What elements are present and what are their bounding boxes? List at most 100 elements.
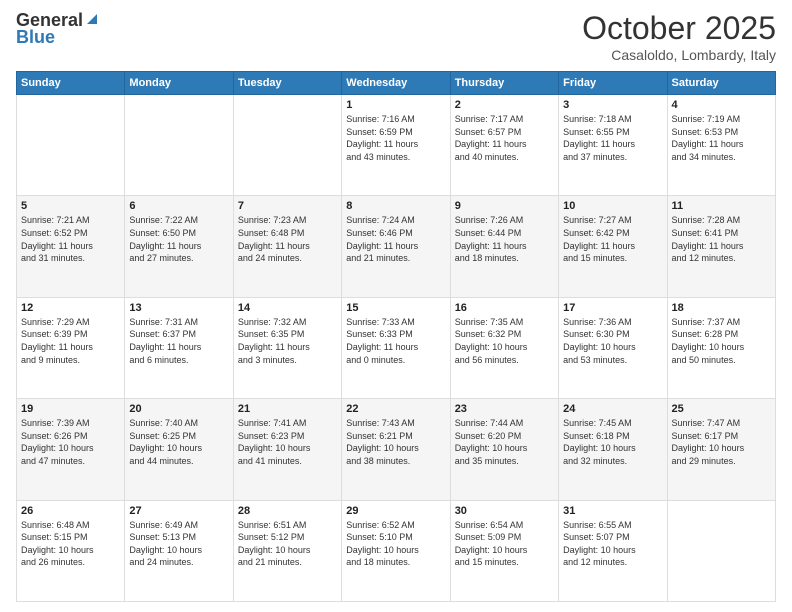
table-row: 27 Sunrise: 6:49 AM Sunset: 5:13 PM Dayli… [125,500,233,601]
page: General Blue October 2025 Casaloldo, Lom… [0,0,792,612]
day-number: 14 [238,302,337,314]
day-number: 3 [563,99,662,111]
day-info: Sunrise: 7:17 AM Sunset: 6:57 PM Dayligh… [455,113,554,163]
day-number: 23 [455,403,554,415]
col-wednesday: Wednesday [342,72,450,95]
day-info: Sunrise: 7:26 AM Sunset: 6:44 PM Dayligh… [455,214,554,264]
calendar-header-row: Sunday Monday Tuesday Wednesday Thursday… [17,72,776,95]
day-info: Sunrise: 7:40 AM Sunset: 6:25 PM Dayligh… [129,417,228,467]
table-row: 13 Sunrise: 7:31 AM Sunset: 6:37 PM Dayli… [125,297,233,398]
table-row: 31 Sunrise: 6:55 AM Sunset: 5:07 PM Dayli… [559,500,667,601]
table-row: 2 Sunrise: 7:17 AM Sunset: 6:57 PM Daylig… [450,95,558,196]
day-info: Sunrise: 7:41 AM Sunset: 6:23 PM Dayligh… [238,417,337,467]
table-row: 14 Sunrise: 7:32 AM Sunset: 6:35 PM Dayli… [233,297,341,398]
day-info: Sunrise: 7:45 AM Sunset: 6:18 PM Dayligh… [563,417,662,467]
calendar-table: Sunday Monday Tuesday Wednesday Thursday… [16,71,776,602]
day-info: Sunrise: 7:43 AM Sunset: 6:21 PM Dayligh… [346,417,445,467]
col-sunday: Sunday [17,72,125,95]
day-info: Sunrise: 6:55 AM Sunset: 5:07 PM Dayligh… [563,519,662,569]
day-number: 17 [563,302,662,314]
day-info: Sunrise: 7:29 AM Sunset: 6:39 PM Dayligh… [21,316,120,366]
location-title: Casaloldo, Lombardy, Italy [582,47,776,63]
table-row: 18Sunrise: 7:37 AM Sunset: 6:28 PM Dayli… [667,297,775,398]
month-title: October 2025 [582,10,776,47]
table-row: 11 Sunrise: 7:28 AM Sunset: 6:41 PM Dayli… [667,196,775,297]
day-number: 24 [563,403,662,415]
day-info: Sunrise: 7:21 AM Sunset: 6:52 PM Dayligh… [21,214,120,264]
day-number: 30 [455,505,554,517]
table-row: 20 Sunrise: 7:40 AM Sunset: 6:25 PM Dayli… [125,399,233,500]
day-number: 25 [672,403,771,415]
day-number: 9 [455,200,554,212]
day-number: 13 [129,302,228,314]
day-number: 12 [21,302,120,314]
day-info: Sunrise: 7:33 AM Sunset: 6:33 PM Dayligh… [346,316,445,366]
day-number: 20 [129,403,228,415]
day-info: Sunrise: 7:24 AM Sunset: 6:46 PM Dayligh… [346,214,445,264]
table-row [125,95,233,196]
table-row: 10Sunrise: 7:27 AM Sunset: 6:42 PM Dayli… [559,196,667,297]
table-row [233,95,341,196]
day-info: Sunrise: 7:16 AM Sunset: 6:59 PM Dayligh… [346,113,445,163]
day-number: 31 [563,505,662,517]
day-number: 11 [672,200,771,212]
table-row: 7Sunrise: 7:23 AM Sunset: 6:48 PM Daylig… [233,196,341,297]
day-number: 26 [21,505,120,517]
day-number: 21 [238,403,337,415]
day-info: Sunrise: 7:32 AM Sunset: 6:35 PM Dayligh… [238,316,337,366]
table-row: 6 Sunrise: 7:22 AM Sunset: 6:50 PM Daylig… [125,196,233,297]
day-number: 6 [129,200,228,212]
col-tuesday: Tuesday [233,72,341,95]
table-row: 26 Sunrise: 6:48 AM Sunset: 5:15 PM Dayli… [17,500,125,601]
col-thursday: Thursday [450,72,558,95]
week-row-2: 12 Sunrise: 7:29 AM Sunset: 6:39 PM Dayli… [17,297,776,398]
day-info: Sunrise: 7:47 AM Sunset: 6:17 PM Dayligh… [672,417,771,467]
day-number: 8 [346,200,445,212]
col-monday: Monday [125,72,233,95]
table-row: 15 Sunrise: 7:33 AM Sunset: 6:33 PM Dayli… [342,297,450,398]
day-info: Sunrise: 7:23 AM Sunset: 6:48 PM Dayligh… [238,214,337,264]
week-row-1: 5 Sunrise: 7:21 AM Sunset: 6:52 PM Daylig… [17,196,776,297]
title-block: October 2025 Casaloldo, Lombardy, Italy [582,10,776,63]
table-row: 5 Sunrise: 7:21 AM Sunset: 6:52 PM Daylig… [17,196,125,297]
day-number: 16 [455,302,554,314]
day-info: Sunrise: 6:54 AM Sunset: 5:09 PM Dayligh… [455,519,554,569]
day-number: 2 [455,99,554,111]
table-row: 21 Sunrise: 7:41 AM Sunset: 6:23 PM Dayli… [233,399,341,500]
logo: General Blue [16,10,99,48]
day-info: Sunrise: 7:36 AM Sunset: 6:30 PM Dayligh… [563,316,662,366]
day-info: Sunrise: 7:18 AM Sunset: 6:55 PM Dayligh… [563,113,662,163]
day-number: 15 [346,302,445,314]
day-info: Sunrise: 7:31 AM Sunset: 6:37 PM Dayligh… [129,316,228,366]
day-number: 1 [346,99,445,111]
day-number: 29 [346,505,445,517]
table-row: 19Sunrise: 7:39 AM Sunset: 6:26 PM Dayli… [17,399,125,500]
week-row-0: 1 Sunrise: 7:16 AM Sunset: 6:59 PM Daylig… [17,95,776,196]
table-row: 4 Sunrise: 7:19 AM Sunset: 6:53 PM Daylig… [667,95,775,196]
table-row: 25 Sunrise: 7:47 AM Sunset: 6:17 PM Dayli… [667,399,775,500]
day-info: Sunrise: 7:19 AM Sunset: 6:53 PM Dayligh… [672,113,771,163]
week-row-3: 19Sunrise: 7:39 AM Sunset: 6:26 PM Dayli… [17,399,776,500]
day-number: 10 [563,200,662,212]
day-number: 5 [21,200,120,212]
table-row: 9 Sunrise: 7:26 AM Sunset: 6:44 PM Daylig… [450,196,558,297]
col-friday: Friday [559,72,667,95]
table-row: 17 Sunrise: 7:36 AM Sunset: 6:30 PM Dayli… [559,297,667,398]
day-info: Sunrise: 7:22 AM Sunset: 6:50 PM Dayligh… [129,214,228,264]
day-info: Sunrise: 6:49 AM Sunset: 5:13 PM Dayligh… [129,519,228,569]
week-row-4: 26 Sunrise: 6:48 AM Sunset: 5:15 PM Dayli… [17,500,776,601]
day-info: Sunrise: 6:51 AM Sunset: 5:12 PM Dayligh… [238,519,337,569]
day-info: Sunrise: 6:48 AM Sunset: 5:15 PM Dayligh… [21,519,120,569]
table-row: 3 Sunrise: 7:18 AM Sunset: 6:55 PM Daylig… [559,95,667,196]
table-row: 29Sunrise: 6:52 AM Sunset: 5:10 PM Dayli… [342,500,450,601]
day-number: 4 [672,99,771,111]
table-row: 23Sunrise: 7:44 AM Sunset: 6:20 PM Dayli… [450,399,558,500]
day-number: 18 [672,302,771,314]
day-info: Sunrise: 7:28 AM Sunset: 6:41 PM Dayligh… [672,214,771,264]
logo-blue-text: Blue [16,27,55,48]
day-number: 27 [129,505,228,517]
table-row: 28Sunrise: 6:51 AM Sunset: 5:12 PM Dayli… [233,500,341,601]
day-number: 22 [346,403,445,415]
logo-triangle-icon [85,12,99,26]
col-saturday: Saturday [667,72,775,95]
